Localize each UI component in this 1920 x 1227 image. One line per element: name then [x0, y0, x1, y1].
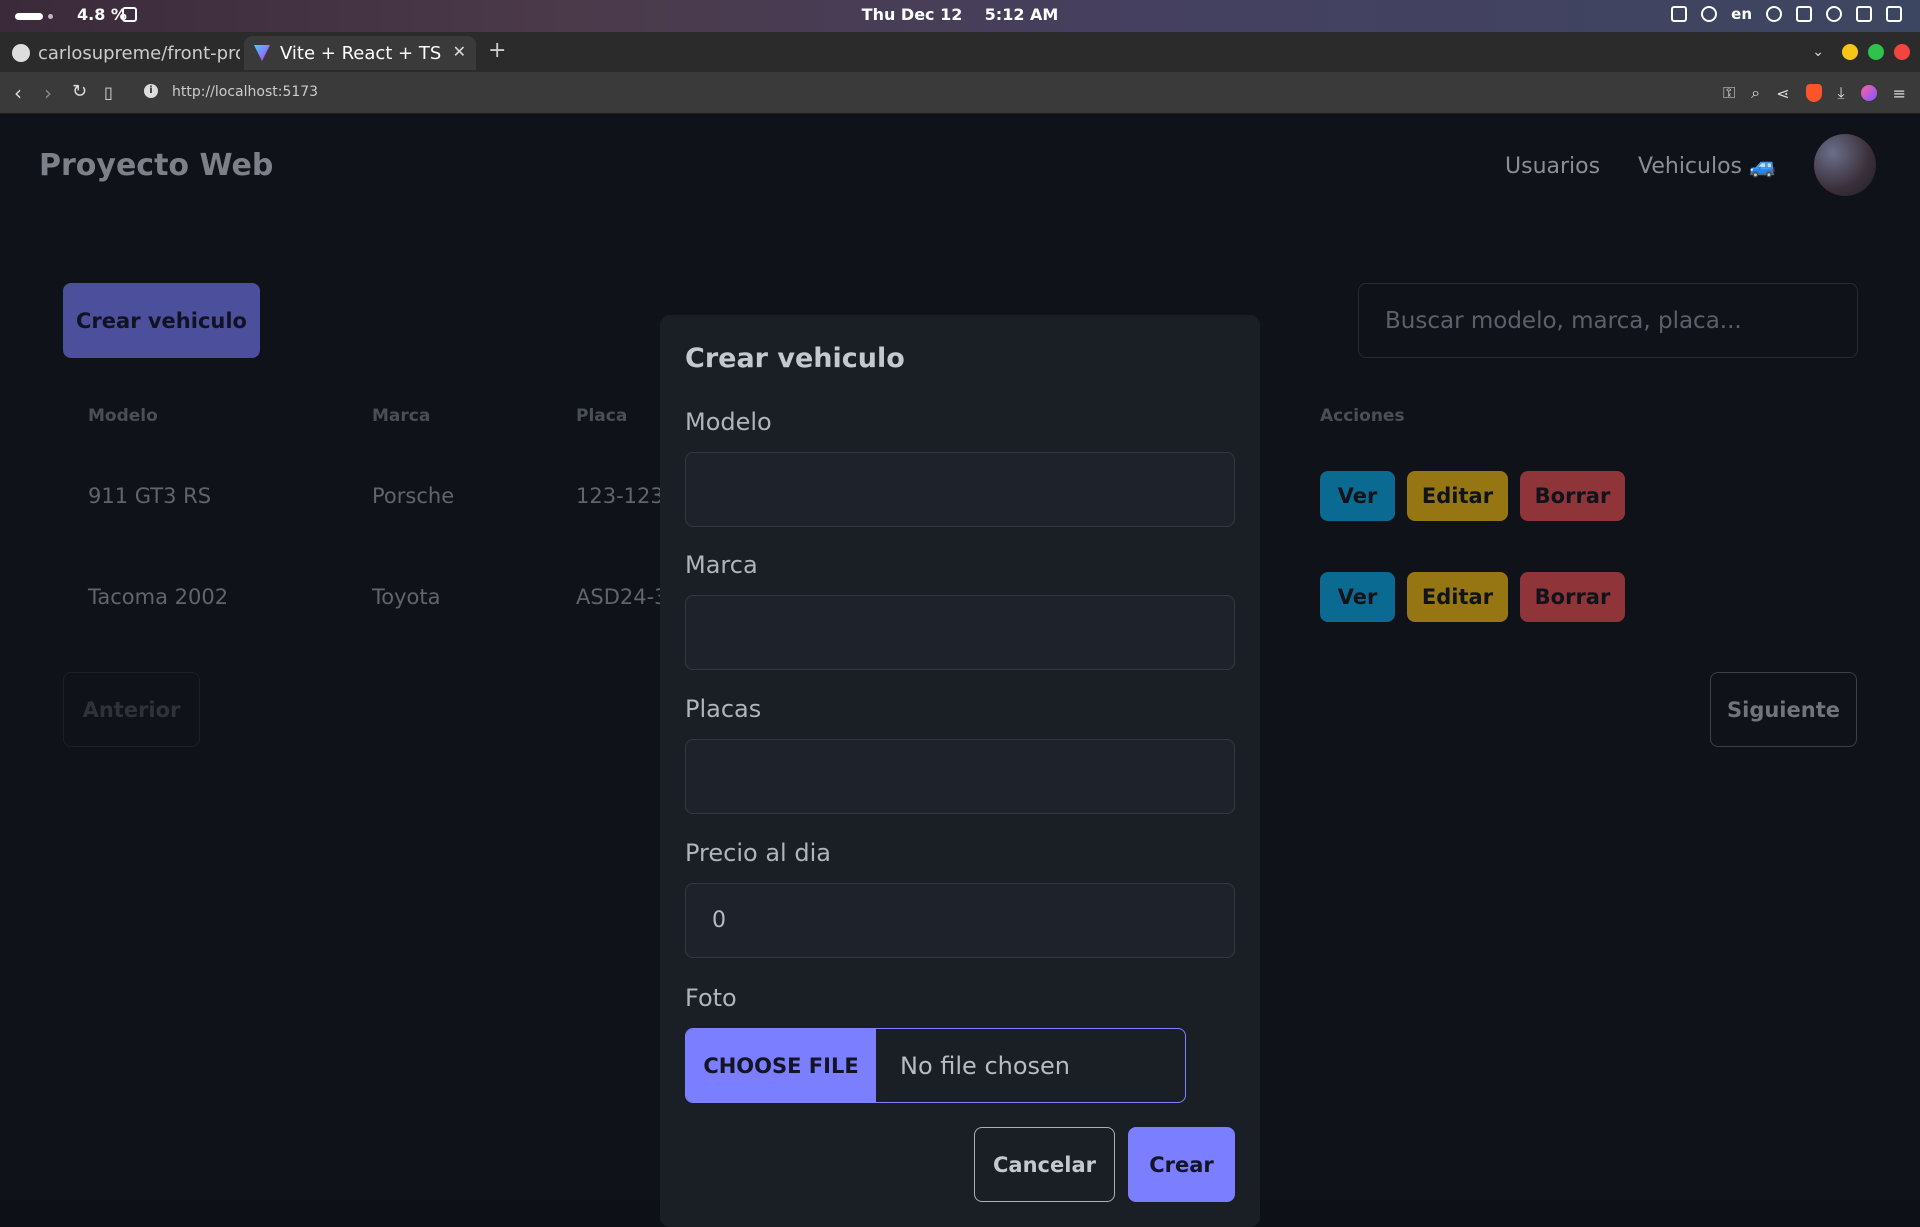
accessibility-icon[interactable]: [1701, 6, 1718, 22]
minimize-button[interactable]: [1842, 44, 1858, 60]
modelo-field[interactable]: [685, 452, 1235, 527]
window-controls: ⌄: [1812, 44, 1910, 60]
view-button[interactable]: Ver: [1320, 471, 1395, 521]
search-input[interactable]: Buscar modelo, marca, placa...: [1358, 283, 1858, 358]
placas-field[interactable]: [685, 739, 1235, 814]
column-header-acciones: Acciones: [1320, 406, 1405, 426]
maximize-button[interactable]: [1868, 44, 1884, 60]
next-page-button[interactable]: Siguiente: [1710, 672, 1857, 747]
create-vehicle-button[interactable]: Crear vehiculo: [63, 283, 260, 358]
download-icon[interactable]: ⤓: [1838, 83, 1845, 103]
marca-field[interactable]: [685, 595, 1235, 670]
github-icon: [12, 44, 30, 62]
notification-icon[interactable]: [1796, 6, 1812, 22]
nav-link-usuarios[interactable]: Usuarios: [1505, 154, 1600, 179]
zoom-icon[interactable]: ⌕: [1751, 83, 1760, 103]
file-status: No file chosen: [900, 1051, 1071, 1080]
network-icon[interactable]: [1826, 6, 1842, 22]
edit-button[interactable]: Editar: [1407, 471, 1508, 521]
menu-icon[interactable]: ≡: [1893, 84, 1906, 103]
previous-page-button[interactable]: Anterior: [63, 672, 200, 747]
foto-label: Foto: [685, 984, 737, 1012]
system-tray: en: [1671, 5, 1902, 23]
language-indicator[interactable]: en: [1731, 5, 1752, 23]
clock[interactable]: Thu Dec 12 5:12 AM: [0, 5, 1920, 24]
vite-icon: [254, 45, 270, 61]
tab-title: carlosupreme/front-pro: [38, 42, 240, 64]
cancel-button[interactable]: Cancelar: [974, 1127, 1115, 1202]
bookmark-icon[interactable]: ▯: [104, 83, 113, 102]
nav-link-vehiculos[interactable]: Vehiculos 🚙: [1638, 154, 1776, 179]
os-top-bar: 4.8 % Thu Dec 12 5:12 AM en: [0, 0, 1920, 32]
avatar[interactable]: [1814, 134, 1876, 196]
volume-icon[interactable]: [1856, 6, 1872, 22]
table-cell-placa: 123-123-: [576, 484, 672, 508]
brave-shield-icon[interactable]: [1805, 84, 1822, 102]
url-field[interactable]: http://localhost:5173: [172, 84, 318, 100]
browser-tab-strip: carlosupreme/front-pro Vite + React + TS…: [0, 32, 1920, 72]
reload-icon[interactable]: ↻: [72, 81, 87, 102]
tab-title: Vite + React + TS: [280, 42, 442, 64]
tab-vite-app[interactable]: Vite + React + TS ✕: [244, 36, 476, 70]
address-bar: ‹ › ↻ ▯ i http://localhost:5173 ⚿ ⌕ ⋖ ⤓ …: [0, 72, 1920, 114]
view-button[interactable]: Ver: [1320, 572, 1395, 622]
delete-button[interactable]: Borrar: [1520, 471, 1625, 521]
page-content: Proyecto Web Usuarios Vehiculos 🚙 Crear …: [0, 114, 1920, 1227]
column-header-marca: Marca: [372, 406, 431, 426]
create-vehicle-modal: Crear vehiculo Modelo Marca Placas Preci…: [660, 315, 1260, 1227]
clipboard-icon[interactable]: [1671, 6, 1688, 22]
key-icon[interactable]: ⚿: [1723, 83, 1735, 103]
delete-button[interactable]: Borrar: [1520, 572, 1625, 622]
brightness-icon[interactable]: [1766, 6, 1782, 22]
back-icon[interactable]: ‹: [14, 81, 22, 105]
battery-icon[interactable]: [1886, 6, 1902, 22]
file-input[interactable]: CHOOSE FILE No file chosen: [685, 1028, 1186, 1103]
table-cell-modelo: 911 GT3 RS: [88, 484, 212, 508]
site-info-icon[interactable]: i: [144, 84, 158, 98]
leo-ai-icon[interactable]: [1860, 85, 1877, 101]
column-header-placa: Placa: [576, 406, 628, 426]
submit-button[interactable]: Crear: [1128, 1127, 1235, 1202]
table-cell-marca: Porsche: [372, 484, 455, 508]
edit-button[interactable]: Editar: [1407, 572, 1508, 622]
placas-label: Placas: [685, 695, 762, 723]
modelo-label: Modelo: [685, 408, 772, 436]
forward-icon[interactable]: ›: [44, 81, 52, 105]
brand-title[interactable]: Proyecto Web: [39, 148, 273, 183]
marca-label: Marca: [685, 551, 758, 579]
precio-field[interactable]: 0: [685, 883, 1235, 958]
date: Thu Dec 12: [861, 5, 963, 24]
tab-list-chevron-icon[interactable]: ⌄: [1812, 44, 1824, 60]
close-window-button[interactable]: [1894, 44, 1910, 60]
modal-title: Crear vehiculo: [685, 343, 905, 374]
table-cell-marca: Toyota: [372, 585, 441, 609]
share-icon[interactable]: ⋖: [1776, 84, 1789, 103]
table-cell-modelo: Tacoma 2002: [88, 585, 229, 609]
address-tools: ⚿ ⌕ ⋖ ⤓ ≡: [1723, 83, 1906, 103]
time: 5:12 AM: [984, 5, 1059, 24]
column-header-modelo: Modelo: [88, 406, 158, 426]
new-tab-button[interactable]: +: [488, 38, 506, 63]
choose-file-button[interactable]: CHOOSE FILE: [686, 1029, 876, 1102]
close-tab-icon[interactable]: ✕: [453, 42, 466, 61]
table-cell-placa: ASD24-3: [576, 585, 668, 609]
tab-github[interactable]: carlosupreme/front-pro: [12, 36, 240, 70]
precio-label: Precio al dia: [685, 839, 831, 867]
